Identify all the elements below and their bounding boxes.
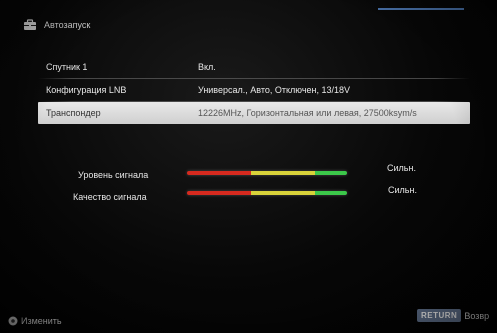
row-label: Транспондер [46, 108, 101, 118]
signal-strength-status: Сильн. [387, 163, 416, 173]
row-label: Спутник 1 [46, 62, 88, 72]
signal-strength-bar [187, 171, 347, 175]
screen-vignette [0, 0, 497, 333]
menu-title: Автозапуск [44, 20, 91, 30]
row-lnb-config[interactable]: Конфигурация LNB Универсал., Авто, Отклю… [38, 79, 470, 102]
top-accent-line [378, 8, 464, 10]
toolbox-icon [24, 19, 36, 30]
signal-quality-label: Качество сигнала [73, 192, 147, 202]
change-label: Изменить [21, 316, 62, 326]
dpad-icon [8, 316, 18, 326]
row-value: Универсал., Авто, Отключен, 13/18V [198, 85, 351, 95]
menu-header: Автозапуск [23, 17, 90, 33]
row-value: 12226MHz, Горизонтальная или левая, 2750… [198, 108, 417, 118]
signal-strength-label: Уровень сигнала [78, 170, 149, 180]
row-label: Конфигурация LNB [46, 85, 127, 95]
tv-settings-screen: Автозапуск Спутник 1 Вкл. Конфигурация L… [0, 0, 497, 333]
signal-quality-status: Сильн. [388, 185, 417, 195]
row-value: Вкл. [198, 62, 216, 72]
row-transponder[interactable]: Транспондер 12226MHz, Горизонтальная или… [38, 102, 470, 124]
change-hint: Изменить [8, 316, 62, 326]
settings-list: Спутник 1 Вкл. Конфигурация LNB Универса… [38, 56, 470, 124]
row-satellite[interactable]: Спутник 1 Вкл. [38, 56, 470, 79]
return-label: Возвр [464, 310, 490, 321]
return-key: RETURN [417, 309, 462, 322]
signal-quality-bar [187, 191, 347, 195]
return-hint[interactable]: RETURN Возвр [417, 309, 489, 322]
